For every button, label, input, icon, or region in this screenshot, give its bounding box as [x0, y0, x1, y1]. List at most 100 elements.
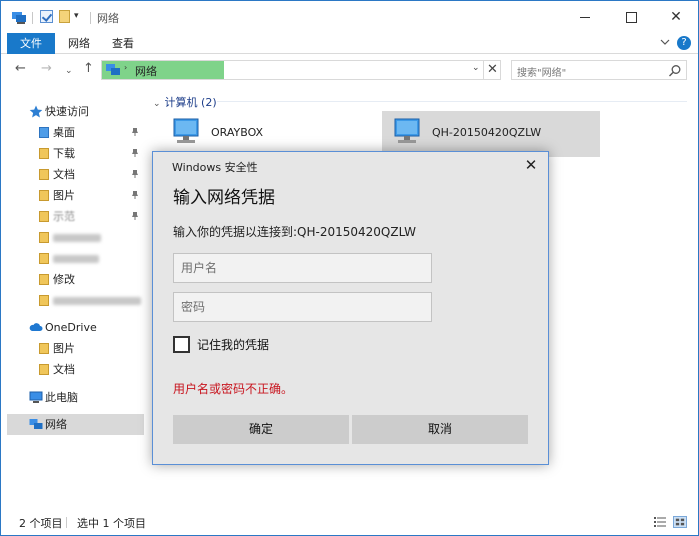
folder-icon [39, 295, 49, 306]
tab-view[interactable]: 查看 [105, 33, 141, 54]
redacted-label [53, 297, 141, 305]
folder-icon [39, 364, 49, 375]
sidebar-item-modify[interactable]: 修改 [7, 269, 144, 290]
window-title: 网络 [97, 12, 119, 25]
pin-icon[interactable] [131, 149, 139, 157]
error-message: 用户名或密码不正确。 [173, 382, 294, 396]
details-view-icon[interactable] [653, 516, 667, 528]
folder-icon [39, 253, 49, 264]
close-button[interactable]: ✕ [653, 1, 699, 33]
sidebar-item-folder[interactable]: 示范 [7, 206, 144, 227]
pin-icon[interactable] [131, 128, 139, 136]
group-divider [217, 101, 687, 102]
recent-locations-icon[interactable]: ⌄ [65, 63, 73, 79]
up-button[interactable]: ↑ [83, 61, 94, 77]
quick-access-dropdown-icon[interactable]: ▾ [74, 11, 79, 21]
cancel-button[interactable]: 取消 [352, 415, 528, 444]
sidebar-item-label: 修改 [53, 273, 75, 286]
folder-icon [39, 274, 49, 285]
help-icon[interactable]: ? [677, 36, 691, 50]
dialog-title: 输入网络凭据 [173, 188, 275, 208]
minimize-button[interactable] [562, 1, 608, 33]
sidebar-item-label: 桌面 [53, 126, 75, 139]
computer-icon [394, 118, 420, 143]
search-input[interactable]: 搜索"网络" [517, 64, 566, 79]
forward-button[interactable]: → [41, 61, 52, 77]
redacted-label [53, 255, 99, 263]
properties-icon[interactable] [40, 10, 53, 23]
redacted-label [53, 234, 101, 242]
sidebar-item-folder-redacted[interactable] [7, 227, 144, 248]
chevron-down-icon[interactable]: ⌄ [153, 99, 161, 109]
title-bar: ▾ 网络 ✕ [1, 1, 698, 33]
sidebar-item-downloads[interactable]: 下载 [7, 143, 144, 164]
star-icon [29, 105, 43, 118]
sidebar-item-pictures[interactable]: 图片 [7, 185, 144, 206]
sidebar-item-label: 文档 [53, 168, 75, 181]
network-icon [106, 64, 120, 75]
address-bar[interactable]: › 网络 ⌄ ✕ [101, 60, 501, 80]
sidebar-item-folder-redacted[interactable] [7, 290, 144, 311]
sidebar-item-label: 图片 [53, 342, 75, 355]
sidebar-item-folder-redacted[interactable] [7, 248, 144, 269]
remember-label: 记住我的凭据 [197, 338, 270, 352]
toolbar-separator [32, 12, 33, 24]
sidebar-item-network[interactable]: 网络 [7, 414, 144, 435]
breadcrumb[interactable]: 网络 [135, 63, 157, 79]
tab-network[interactable]: 网络 [61, 33, 97, 54]
sidebar-item-quick-access[interactable]: 快速访问 [7, 101, 144, 122]
pin-icon[interactable] [131, 170, 139, 178]
status-separator [66, 517, 67, 528]
search-box[interactable]: 搜索"网络" [511, 60, 687, 80]
large-icons-view-icon[interactable] [673, 516, 687, 528]
selection-count: 选中 1 个项目 [77, 517, 146, 530]
sidebar-item-onedrive-pictures[interactable]: 图片 [7, 338, 144, 359]
network-app-icon [12, 12, 26, 24]
tab-file[interactable]: 文件 [7, 33, 55, 54]
expand-ribbon-icon[interactable] [660, 37, 670, 47]
sidebar-item-label: OneDrive [45, 321, 97, 334]
folder-icon [39, 127, 49, 138]
dialog-description: 输入你的凭据以连接到:QH-20150420QZLW [173, 225, 417, 239]
item-count: 2 个项目 [19, 517, 63, 530]
sidebar-item-label: 图片 [53, 189, 75, 202]
dialog-caption: Windows 安全性 [172, 161, 258, 174]
search-icon[interactable] [668, 64, 682, 78]
sidebar-item-label: 快速访问 [45, 105, 89, 118]
sidebar-item-onedrive-documents[interactable]: 文档 [7, 359, 144, 380]
group-header[interactable]: ⌄ 计算机 (2) [153, 94, 217, 110]
computer-icon [29, 391, 43, 403]
address-dropdown-icon[interactable]: ⌄ [472, 63, 480, 73]
sidebar-item-onedrive[interactable]: OneDrive [7, 317, 144, 338]
computer-icon [173, 118, 199, 143]
computer-name: ORAYBOX [211, 126, 264, 139]
new-folder-icon[interactable] [59, 10, 70, 23]
explorer-window: ▾ 网络 ✕ 文件 网络 查看 ? ← → ⌄ ↑ › 网络 ⌄ ✕ 搜索"网络… [0, 0, 699, 536]
pin-icon[interactable] [131, 212, 139, 220]
pictures-folder-icon [39, 190, 49, 201]
network-icon [29, 419, 43, 429]
password-input[interactable] [173, 292, 432, 322]
pin-icon[interactable] [131, 191, 139, 199]
maximize-button[interactable] [608, 1, 654, 33]
sidebar-item-this-pc[interactable]: 此电脑 [7, 387, 144, 408]
checkbox[interactable] [173, 336, 190, 353]
ok-button[interactable]: 确定 [173, 415, 349, 444]
folder-icon [39, 211, 49, 222]
sidebar-item-desktop[interactable]: 桌面 [7, 122, 144, 143]
folder-icon [39, 232, 49, 243]
stop-loading-button[interactable]: ✕ [483, 60, 501, 80]
username-input[interactable] [173, 253, 432, 283]
navigation-bar: ← → ⌄ ↑ › 网络 ⌄ ✕ 搜索"网络" [1, 55, 698, 85]
computer-name: QH-20150420QZLW [432, 126, 542, 139]
dialog-close-button[interactable]: ✕ [521, 155, 541, 175]
sidebar-item-label: 网络 [45, 418, 67, 431]
download-folder-icon [39, 148, 49, 159]
sidebar-item-label: 下载 [53, 147, 75, 160]
group-label: 计算机 (2) [164, 96, 217, 109]
sidebar-item-documents[interactable]: 文档 [7, 164, 144, 185]
ribbon-tabs: 文件 网络 查看 ? [1, 33, 698, 54]
documents-folder-icon [39, 169, 49, 180]
breadcrumb-separator-icon[interactable]: › [124, 63, 127, 72]
back-button[interactable]: ← [15, 61, 26, 77]
